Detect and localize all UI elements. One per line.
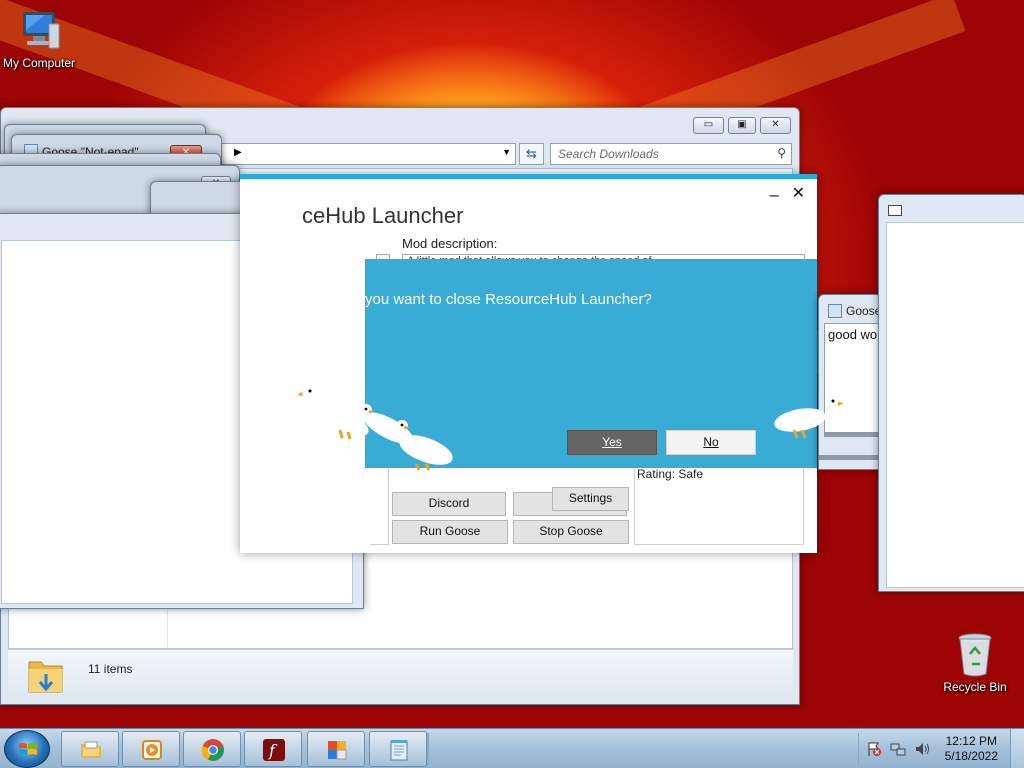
taskbar-chrome[interactable] (183, 731, 241, 767)
search-icon[interactable]: ⚲ (777, 146, 786, 160)
stop-goose-button[interactable]: Stop Goose (513, 520, 629, 544)
taskbar-file-explorer[interactable] (61, 731, 119, 767)
taskbar-media-player[interactable] (122, 731, 180, 767)
taskbar-office[interactable] (307, 731, 365, 767)
refresh-button[interactable]: ⇆ (519, 143, 544, 165)
window-content (886, 222, 1024, 588)
flash-icon: f (263, 739, 285, 761)
address-bar[interactable]: ▶ ▼ (171, 143, 516, 165)
goose-sprites (297, 385, 453, 471)
status-bar (819, 455, 881, 460)
action-center-flag-icon[interactable] (866, 741, 882, 757)
launcher-title: ceHub Launcher (302, 203, 464, 228)
run-goose-button[interactable]: Run Goose (392, 520, 508, 544)
clock-date: 5/18/2022 (944, 749, 998, 763)
desktop-icon-label: Recycle Bin (943, 680, 1007, 694)
mod-info-box: Rating: Safe (634, 467, 804, 545)
chrome-icon (201, 739, 224, 761)
computer-icon (15, 6, 63, 54)
search-input[interactable]: Search Downloads ⚲ (550, 143, 792, 165)
chevron-right-icon: ▶ (234, 147, 242, 158)
mod-list[interactable] (370, 469, 389, 545)
show-desktop-button[interactable] (1010, 729, 1024, 768)
minimize-button[interactable]: ▭ (693, 117, 724, 134)
taskbar-flash[interactable]: f (244, 731, 302, 767)
launcher-close-button[interactable]: ✕ (792, 183, 805, 203)
tray-divider (858, 733, 859, 765)
discord-button[interactable]: Discord (392, 492, 506, 516)
windows-logo-icon (19, 743, 37, 755)
dialog-message: you want to close ResourceHub Launcher? (365, 291, 652, 308)
yes-button[interactable]: Yes (567, 430, 657, 455)
taskbar-divider (427, 733, 429, 765)
tray-clock[interactable]: 12:12 PM 5/18/2022 (945, 734, 998, 764)
item-count: 11 items (88, 662, 133, 676)
notepad-icon (828, 304, 842, 318)
close-button[interactable]: ✕ (760, 117, 791, 134)
start-button[interactable] (4, 730, 50, 768)
network-icon[interactable] (890, 741, 906, 757)
taskbar: f 12:12 PM 5/18/2022 (0, 728, 1024, 768)
desktop-icon-my-computer[interactable]: My Computer (0, 6, 78, 70)
media-player-icon (142, 740, 162, 760)
volume-icon[interactable] (914, 741, 930, 757)
chevron-down-icon[interactable]: ▼ (502, 147, 511, 157)
goose-sprite (774, 395, 844, 439)
notepad-icon (390, 740, 408, 761)
details-pane: 11 items (8, 649, 793, 701)
notepad-text: good wo (828, 327, 878, 342)
desktop-icon-label: My Computer (2, 56, 76, 70)
search-placeholder: Search Downloads (558, 147, 659, 161)
settings-button[interactable]: Settings (552, 487, 629, 511)
file-explorer-icon (81, 741, 101, 758)
launcher-minimize-button[interactable]: – (770, 185, 779, 205)
desktop-icon-recycle-bin[interactable]: Recycle Bin (940, 630, 1010, 694)
refresh-icon: ⇆ (526, 146, 537, 161)
no-button[interactable]: No (666, 430, 756, 455)
blank-window[interactable] (878, 194, 1024, 592)
taskbar-notepad[interactable] (369, 731, 427, 767)
office-icon (328, 741, 347, 760)
maximize-button[interactable]: ▣ (728, 117, 756, 134)
goose-sprite (396, 420, 453, 471)
mod-rating: Rating: Safe (637, 467, 704, 481)
folder-icon (26, 656, 66, 698)
window-title: Goose (846, 304, 882, 318)
window-icon (888, 205, 902, 216)
recycle-bin-icon (955, 630, 995, 678)
clock-time: 12:12 PM (945, 734, 997, 748)
mod-description-label: Mod description: (402, 236, 498, 251)
